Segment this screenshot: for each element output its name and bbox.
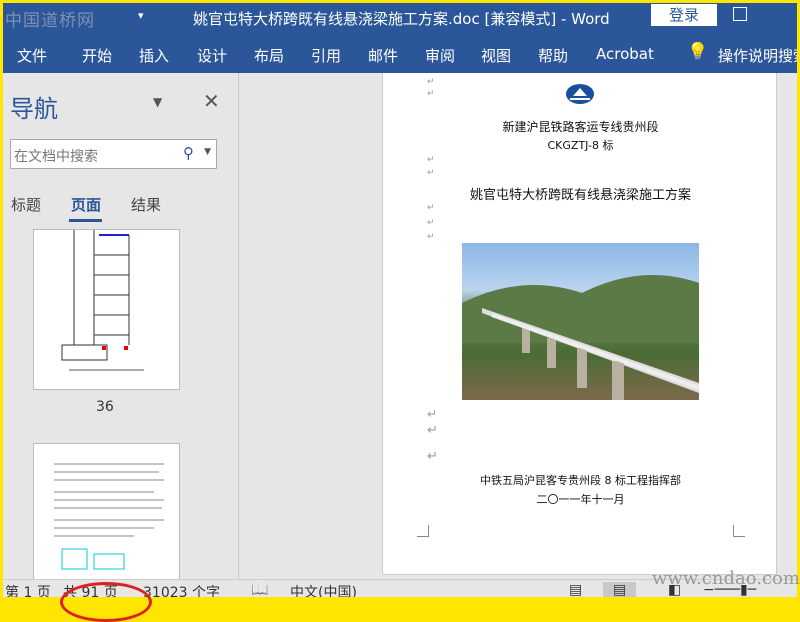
nav-tab-results[interactable]: 结果: [131, 194, 161, 215]
proofing-icon[interactable]: 📖: [251, 582, 268, 597]
ribbon-display-options-icon[interactable]: [733, 7, 747, 21]
drawing-thumbnail: [61, 230, 144, 371]
company-logo: [566, 84, 594, 104]
margin-corner-right: [733, 525, 745, 537]
tab-references[interactable]: 引用: [311, 45, 341, 66]
document-area[interactable]: ↵ ↵ 新建沪昆铁路客运专线贵州段 CKGZTJ-8 标 ↵ ↵ 姚官屯特大桥跨…: [240, 73, 797, 579]
nav-tab-headings[interactable]: 标题: [11, 194, 41, 215]
search-placeholder: 在文档中搜索: [14, 149, 98, 165]
paragraph-mark: ↵: [427, 77, 435, 87]
margin-corner-left: [417, 525, 429, 537]
doc-line-railway: 新建沪昆铁路客运专线贵州段: [502, 120, 659, 134]
navigation-pane: 导航 ▼ ✕ 在文档中搜索 ⚲ ▼ 标题 页面 结果 36: [3, 73, 239, 583]
print-layout-icon[interactable]: ▤: [603, 582, 637, 597]
paragraph-mark: ↵: [427, 203, 435, 213]
read-mode-icon[interactable]: ▤: [569, 582, 582, 597]
word-count[interactable]: 31023 个字: [143, 582, 220, 597]
lightbulb-icon: 💡: [687, 42, 709, 62]
nav-title: 导航: [10, 95, 58, 123]
close-icon[interactable]: ✕: [203, 89, 220, 113]
watermark-logo: 中国道桥网: [5, 11, 95, 31]
text-thumbnail: [54, 463, 164, 570]
doc-title: 姚官屯特大桥跨既有线悬浇梁施工方案: [469, 188, 691, 203]
tab-design[interactable]: 设计: [197, 45, 227, 66]
tab-insert[interactable]: 插入: [139, 45, 169, 66]
doc-line-date: 二〇一一年十一月: [536, 493, 625, 506]
language-indicator[interactable]: 中文(中国): [290, 582, 357, 597]
watermark-url: www.cndao.com: [652, 568, 800, 589]
search-icon[interactable]: ⚲: [183, 144, 194, 162]
paragraph-mark: ↵: [427, 232, 435, 242]
tab-view[interactable]: 视图: [481, 45, 511, 66]
login-button[interactable]: 登录: [651, 4, 717, 26]
tab-mailings[interactable]: 邮件: [368, 45, 398, 66]
paragraph-mark: ↵: [427, 423, 438, 438]
nav-tab-pages[interactable]: 页面: [71, 194, 101, 215]
window-title: 姚官屯特大桥跨既有线悬浇梁施工方案.doc [兼容模式] - Word: [193, 10, 610, 28]
quick-access-dropdown-icon[interactable]: ▾: [138, 9, 144, 22]
tell-me-search[interactable]: 操作说明搜索: [718, 45, 797, 66]
word-window: 中国道桥网 ▾ 姚官屯特大桥跨既有线悬浇梁施工方案.doc [兼容模式] - W…: [3, 3, 797, 597]
tab-review[interactable]: 审阅: [425, 45, 455, 66]
nav-options-dropdown-icon[interactable]: ▼: [153, 95, 162, 109]
doc-line-company: 中铁五局沪昆客专贵州段 8 标工程指挥部: [480, 474, 681, 487]
paragraph-mark: ↵: [427, 168, 435, 178]
nav-search-input[interactable]: 在文档中搜索 ⚲ ▼: [10, 139, 217, 169]
tab-home[interactable]: 开始: [82, 45, 112, 66]
tab-file[interactable]: 文件: [17, 45, 47, 66]
paragraph-mark: ↵: [427, 218, 435, 228]
paragraph-mark: ↵: [427, 89, 435, 99]
tab-acrobat[interactable]: Acrobat: [596, 45, 654, 63]
page-thumbnail-37[interactable]: [33, 443, 180, 583]
chevron-down-icon[interactable]: ▼: [204, 147, 211, 157]
title-bar: 中国道桥网 ▾ 姚官屯特大桥跨既有线悬浇梁施工方案.doc [兼容模式] - W…: [3, 3, 797, 33]
paragraph-mark: ↵: [427, 155, 435, 165]
page-indicator[interactable]: 第 1 页: [5, 582, 51, 597]
tab-help[interactable]: 帮助: [538, 45, 568, 66]
document-page[interactable]: ↵ ↵ 新建沪昆铁路客运专线贵州段 CKGZTJ-8 标 ↵ ↵ 姚官屯特大桥跨…: [382, 73, 777, 575]
doc-line-section: CKGZTJ-8 标: [547, 139, 614, 152]
page-thumbnail-36[interactable]: [33, 229, 180, 390]
red-annotation-circle: [60, 582, 152, 622]
paragraph-mark: ↵: [427, 407, 438, 421]
active-tab-underline: [69, 219, 102, 222]
thumbnail-page-number: 36: [96, 399, 114, 415]
high-speed-train-photo[interactable]: [462, 243, 699, 400]
paragraph-mark: ↵: [427, 449, 438, 464]
tab-layout[interactable]: 布局: [254, 45, 284, 66]
ribbon-tabs: 文件 开始 插入 设计 布局 引用 邮件 审阅 视图 帮助 Acrobat 💡 …: [3, 33, 797, 73]
